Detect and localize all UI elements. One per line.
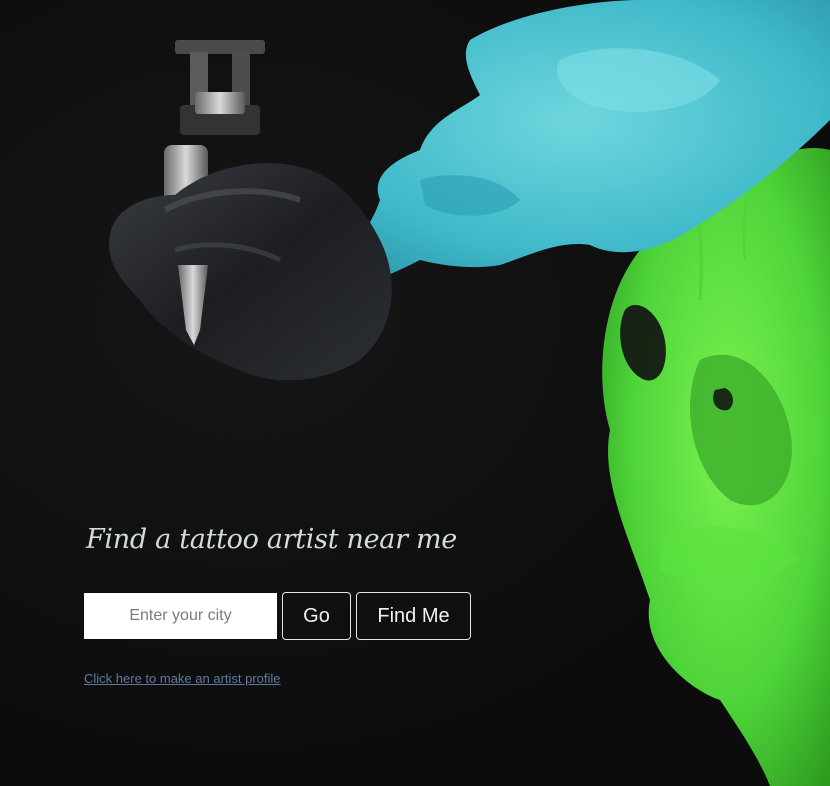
hero-illustration <box>109 0 830 786</box>
artist-profile-link[interactable]: Click here to make an artist profile <box>84 671 281 686</box>
go-button[interactable]: Go <box>282 592 351 640</box>
page-title: Find a tattoo artist near me <box>86 524 457 555</box>
tattoo-machine-hand-icon <box>109 40 392 381</box>
landing-page: Find a tattoo artist near me Go Find Me … <box>0 0 830 786</box>
find-me-button[interactable]: Find Me <box>356 592 471 640</box>
city-input[interactable] <box>84 593 277 639</box>
city-search-form: Go Find Me <box>84 592 471 640</box>
